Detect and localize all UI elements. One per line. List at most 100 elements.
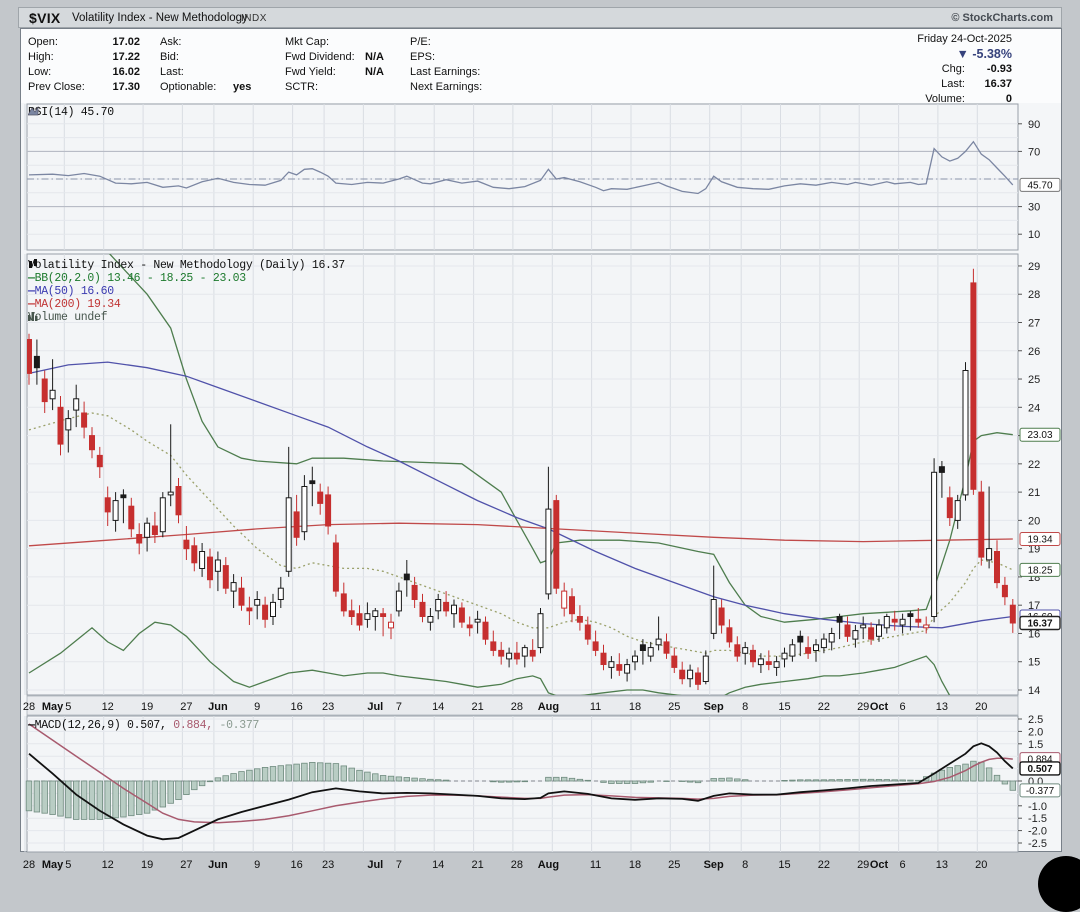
svg-text:27: 27	[1028, 317, 1040, 329]
svg-text:5: 5	[65, 701, 71, 713]
svg-text:25: 25	[1028, 374, 1040, 386]
svg-text:14: 14	[432, 859, 444, 871]
svg-text:13: 13	[936, 701, 948, 713]
svg-text:16: 16	[290, 701, 302, 713]
svg-text:29: 29	[857, 701, 869, 713]
ma200-legend: —MA(200) 19.34	[28, 298, 121, 311]
volume-legend: Volume undef	[28, 311, 108, 324]
svg-text:22: 22	[818, 701, 830, 713]
svg-text:27: 27	[180, 701, 192, 713]
svg-text:26: 26	[1028, 346, 1040, 358]
candlestick-icon	[29, 259, 37, 268]
svg-text:19: 19	[141, 859, 153, 871]
ma50-line-swatch: —	[28, 285, 35, 298]
svg-text:28: 28	[23, 701, 35, 713]
svg-text:16: 16	[1028, 628, 1040, 640]
chart-canvas: 1030709045.70141516171819202122242526272…	[23, 103, 1061, 871]
svg-text:27: 27	[180, 859, 192, 871]
svg-text:10: 10	[1028, 229, 1040, 241]
macd-line-swatch: —	[28, 719, 35, 732]
rsi-indicator-icon	[28, 106, 39, 116]
svg-text:20: 20	[975, 701, 987, 713]
black-dot-overlay	[1038, 856, 1080, 912]
svg-text:Aug: Aug	[538, 859, 559, 871]
svg-text:90: 90	[1028, 119, 1040, 131]
svg-text:15: 15	[1028, 657, 1040, 669]
svg-text:23.03: 23.03	[1027, 430, 1052, 441]
svg-text:11: 11	[590, 859, 601, 871]
svg-text:21: 21	[471, 859, 483, 871]
svg-text:6: 6	[900, 859, 906, 871]
macd-legend: —MACD(12,26,9) 0.507, 0.884, -0.377	[28, 719, 260, 732]
svg-text:16: 16	[290, 859, 302, 871]
svg-text:29: 29	[1028, 261, 1040, 273]
svg-text:28: 28	[23, 859, 35, 871]
svg-text:16.37: 16.37	[1027, 619, 1052, 630]
svg-text:14: 14	[1028, 685, 1040, 697]
svg-text:-1.0: -1.0	[1028, 801, 1047, 813]
ma200-line-swatch: —	[28, 298, 35, 311]
svg-text:Jul: Jul	[367, 701, 383, 713]
svg-text:23: 23	[322, 859, 334, 871]
bb-line-swatch: —	[28, 272, 35, 285]
svg-text:15: 15	[778, 859, 790, 871]
svg-text:7: 7	[396, 701, 402, 713]
svg-text:28: 28	[511, 701, 523, 713]
svg-text:Aug: Aug	[538, 701, 559, 713]
main-legend-title: Volatility Index - New Methodology (Dail…	[28, 259, 345, 272]
svg-text:May: May	[42, 701, 64, 713]
svg-text:6: 6	[900, 701, 906, 713]
svg-text:24: 24	[1028, 402, 1040, 414]
svg-text:20: 20	[975, 859, 987, 871]
rsi-legend: RSI(14) 45.70	[28, 106, 114, 119]
svg-text:8: 8	[742, 859, 748, 871]
svg-text:12: 12	[102, 859, 114, 871]
svg-text:30: 30	[1028, 202, 1040, 214]
svg-text:12: 12	[102, 701, 114, 713]
svg-text:-0.377: -0.377	[1026, 786, 1055, 797]
svg-text:22: 22	[818, 859, 830, 871]
svg-text:Sep: Sep	[704, 859, 724, 871]
svg-text:22: 22	[1028, 459, 1040, 471]
svg-text:19: 19	[141, 701, 153, 713]
svg-text:18: 18	[629, 701, 641, 713]
svg-text:28: 28	[511, 859, 523, 871]
svg-text:2.5: 2.5	[1028, 714, 1043, 726]
svg-text:25: 25	[668, 859, 680, 871]
stockcharts-chart-page: { "header": { "symbol": "$VIX", "title":…	[0, 0, 1080, 912]
svg-text:29: 29	[857, 859, 869, 871]
svg-text:9: 9	[254, 701, 260, 713]
svg-text:70: 70	[1028, 146, 1040, 158]
svg-text:23: 23	[322, 701, 334, 713]
svg-text:45.70: 45.70	[1027, 180, 1052, 191]
svg-text:18.25: 18.25	[1027, 565, 1052, 576]
svg-text:9: 9	[254, 859, 260, 871]
svg-text:20: 20	[1028, 515, 1040, 527]
svg-text:Oct: Oct	[870, 859, 889, 871]
svg-text:28: 28	[1028, 289, 1040, 301]
svg-text:18: 18	[629, 859, 641, 871]
svg-text:Oct: Oct	[870, 701, 889, 713]
svg-text:21: 21	[1028, 487, 1040, 499]
ma50-legend: —MA(50) 16.60	[28, 285, 114, 298]
svg-text:25: 25	[668, 701, 680, 713]
volume-bars-icon	[28, 312, 38, 321]
svg-text:-2.5: -2.5	[1028, 838, 1047, 850]
svg-text:19.34: 19.34	[1027, 535, 1052, 546]
svg-text:Sep: Sep	[704, 701, 724, 713]
svg-text:-2.0: -2.0	[1028, 826, 1047, 838]
svg-text:11: 11	[590, 701, 601, 713]
svg-text:1.5: 1.5	[1028, 739, 1043, 751]
svg-text:7: 7	[396, 859, 402, 871]
svg-text:-1.5: -1.5	[1028, 813, 1047, 825]
svg-text:Jun: Jun	[208, 701, 228, 713]
svg-text:14: 14	[432, 701, 444, 713]
svg-text:21: 21	[471, 701, 483, 713]
svg-text:May: May	[42, 859, 64, 871]
svg-text:Jun: Jun	[208, 859, 228, 871]
svg-text:2.0: 2.0	[1028, 726, 1043, 738]
bb-legend: —BB(20,2.0) 13.46 - 18.25 - 23.03	[28, 272, 246, 285]
svg-text:Jul: Jul	[367, 859, 383, 871]
svg-text:0.507: 0.507	[1027, 764, 1052, 775]
svg-text:13: 13	[936, 859, 948, 871]
